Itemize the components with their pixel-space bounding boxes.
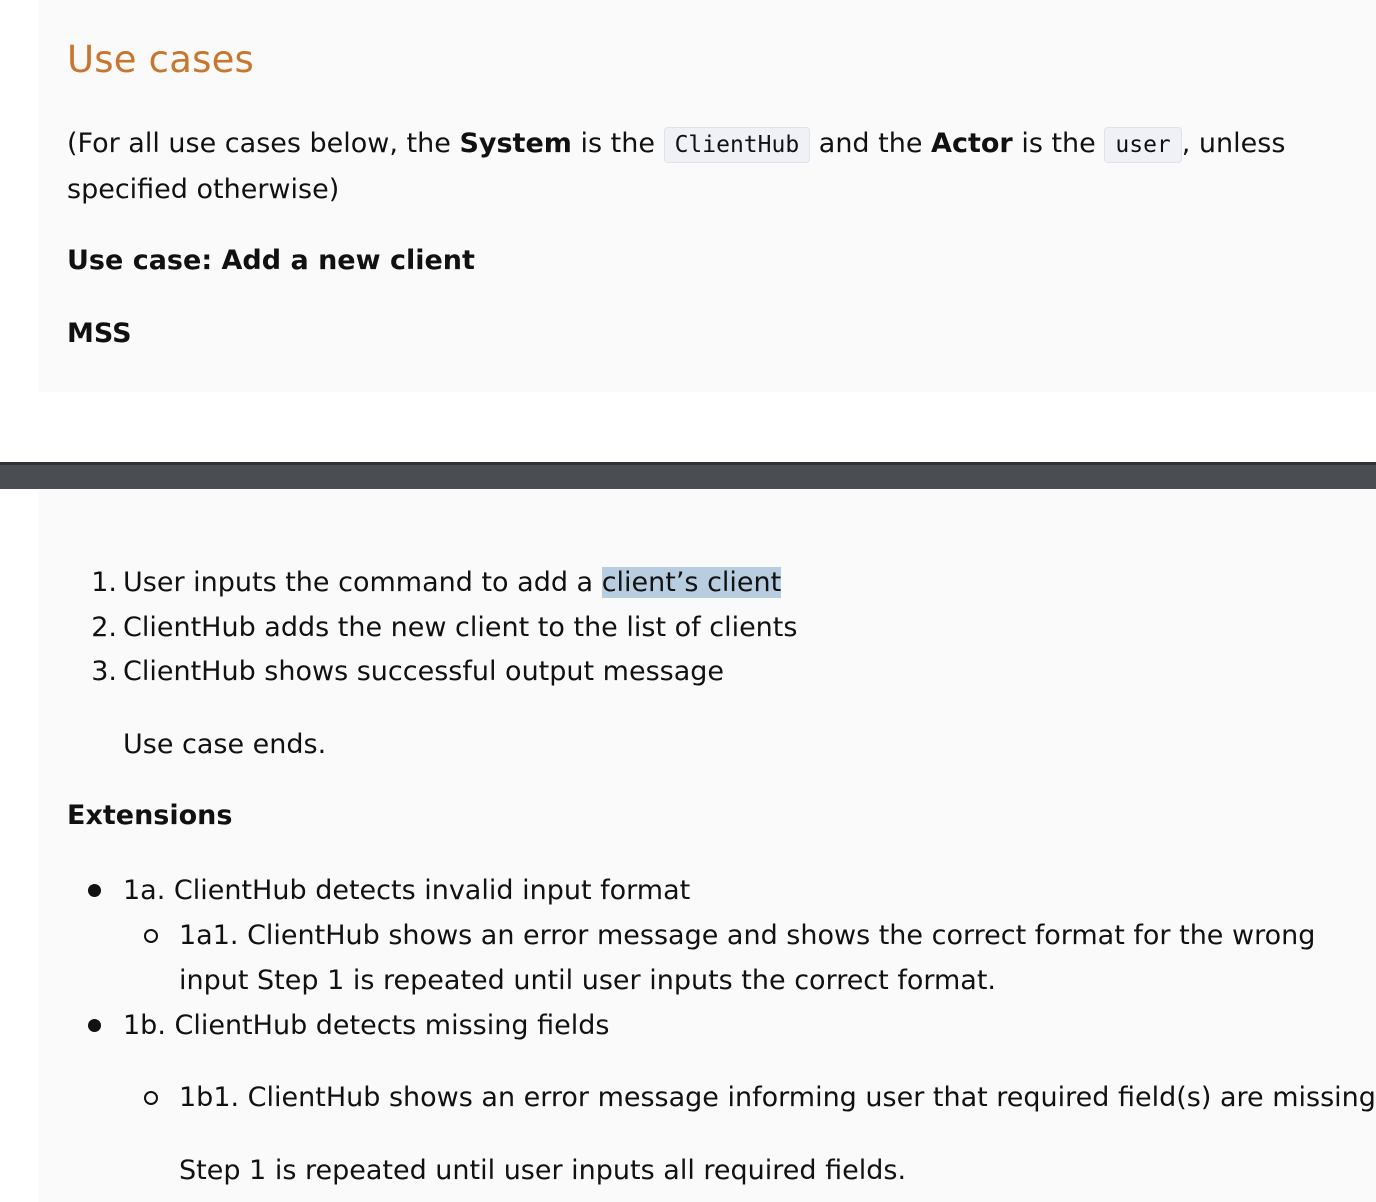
mss-label: MSS bbox=[67, 318, 132, 349]
extension-subitem-continuation: input Step 1 is repeated until user inpu… bbox=[179, 965, 996, 996]
use-case-ends: Use case ends. bbox=[123, 729, 327, 760]
section-heading: Use cases bbox=[67, 38, 255, 81]
use-case-title: Use case: Add a new client bbox=[67, 245, 475, 276]
step-text: User inputs the command to add a bbox=[123, 567, 602, 598]
extensions-label: Extensions bbox=[67, 800, 233, 831]
step-number: 1. bbox=[91, 567, 117, 598]
bullet-disc-icon bbox=[88, 1019, 101, 1032]
window-divider bbox=[0, 462, 1376, 489]
intro-paragraph-line1: (For all use cases below, the System is … bbox=[67, 121, 1285, 168]
mss-step: 3. ClientHub shows successful output mess… bbox=[85, 655, 724, 689]
selected-text-highlight[interactable]: client’s client bbox=[601, 567, 782, 598]
actor-label: Actor bbox=[931, 128, 1013, 159]
extension-item: 1b. ClientHub detects missing fields bbox=[123, 1010, 610, 1041]
bullet-disc-icon bbox=[88, 884, 101, 897]
intro-text: and the bbox=[810, 128, 932, 159]
actor-code: user bbox=[1104, 127, 1182, 163]
bullet-circle-icon bbox=[144, 929, 158, 943]
intro-text: is the bbox=[571, 128, 664, 159]
intro-text: , unless bbox=[1181, 128, 1286, 159]
intro-text: (For all use cases below, the bbox=[67, 128, 460, 159]
system-code: ClientHub bbox=[663, 127, 811, 163]
extension-subitem-note: Step 1 is repeated until user inputs all… bbox=[179, 1155, 907, 1186]
intro-paragraph-line2: specified otherwise) bbox=[67, 174, 340, 205]
bullet-circle-icon bbox=[144, 1091, 158, 1105]
mss-step: 1. User inputs the command to add a clien… bbox=[85, 566, 782, 600]
intro-text: is the bbox=[1012, 128, 1105, 159]
step-text: ClientHub adds the new client to the lis… bbox=[123, 612, 798, 643]
extension-subitem: 1a1. ClientHub shows an error message an… bbox=[179, 920, 1316, 951]
step-text: ClientHub shows successful output messag… bbox=[123, 656, 725, 687]
extension-item: 1a. ClientHub detects invalid input form… bbox=[123, 875, 691, 906]
step-number: 2. bbox=[91, 612, 117, 643]
extension-subitem: 1b1. ClientHub shows an error message in… bbox=[179, 1082, 1376, 1113]
step-number: 3. bbox=[91, 656, 117, 687]
system-label: System bbox=[459, 128, 572, 159]
mss-step: 2. ClientHub adds the new client to the l… bbox=[85, 611, 797, 645]
